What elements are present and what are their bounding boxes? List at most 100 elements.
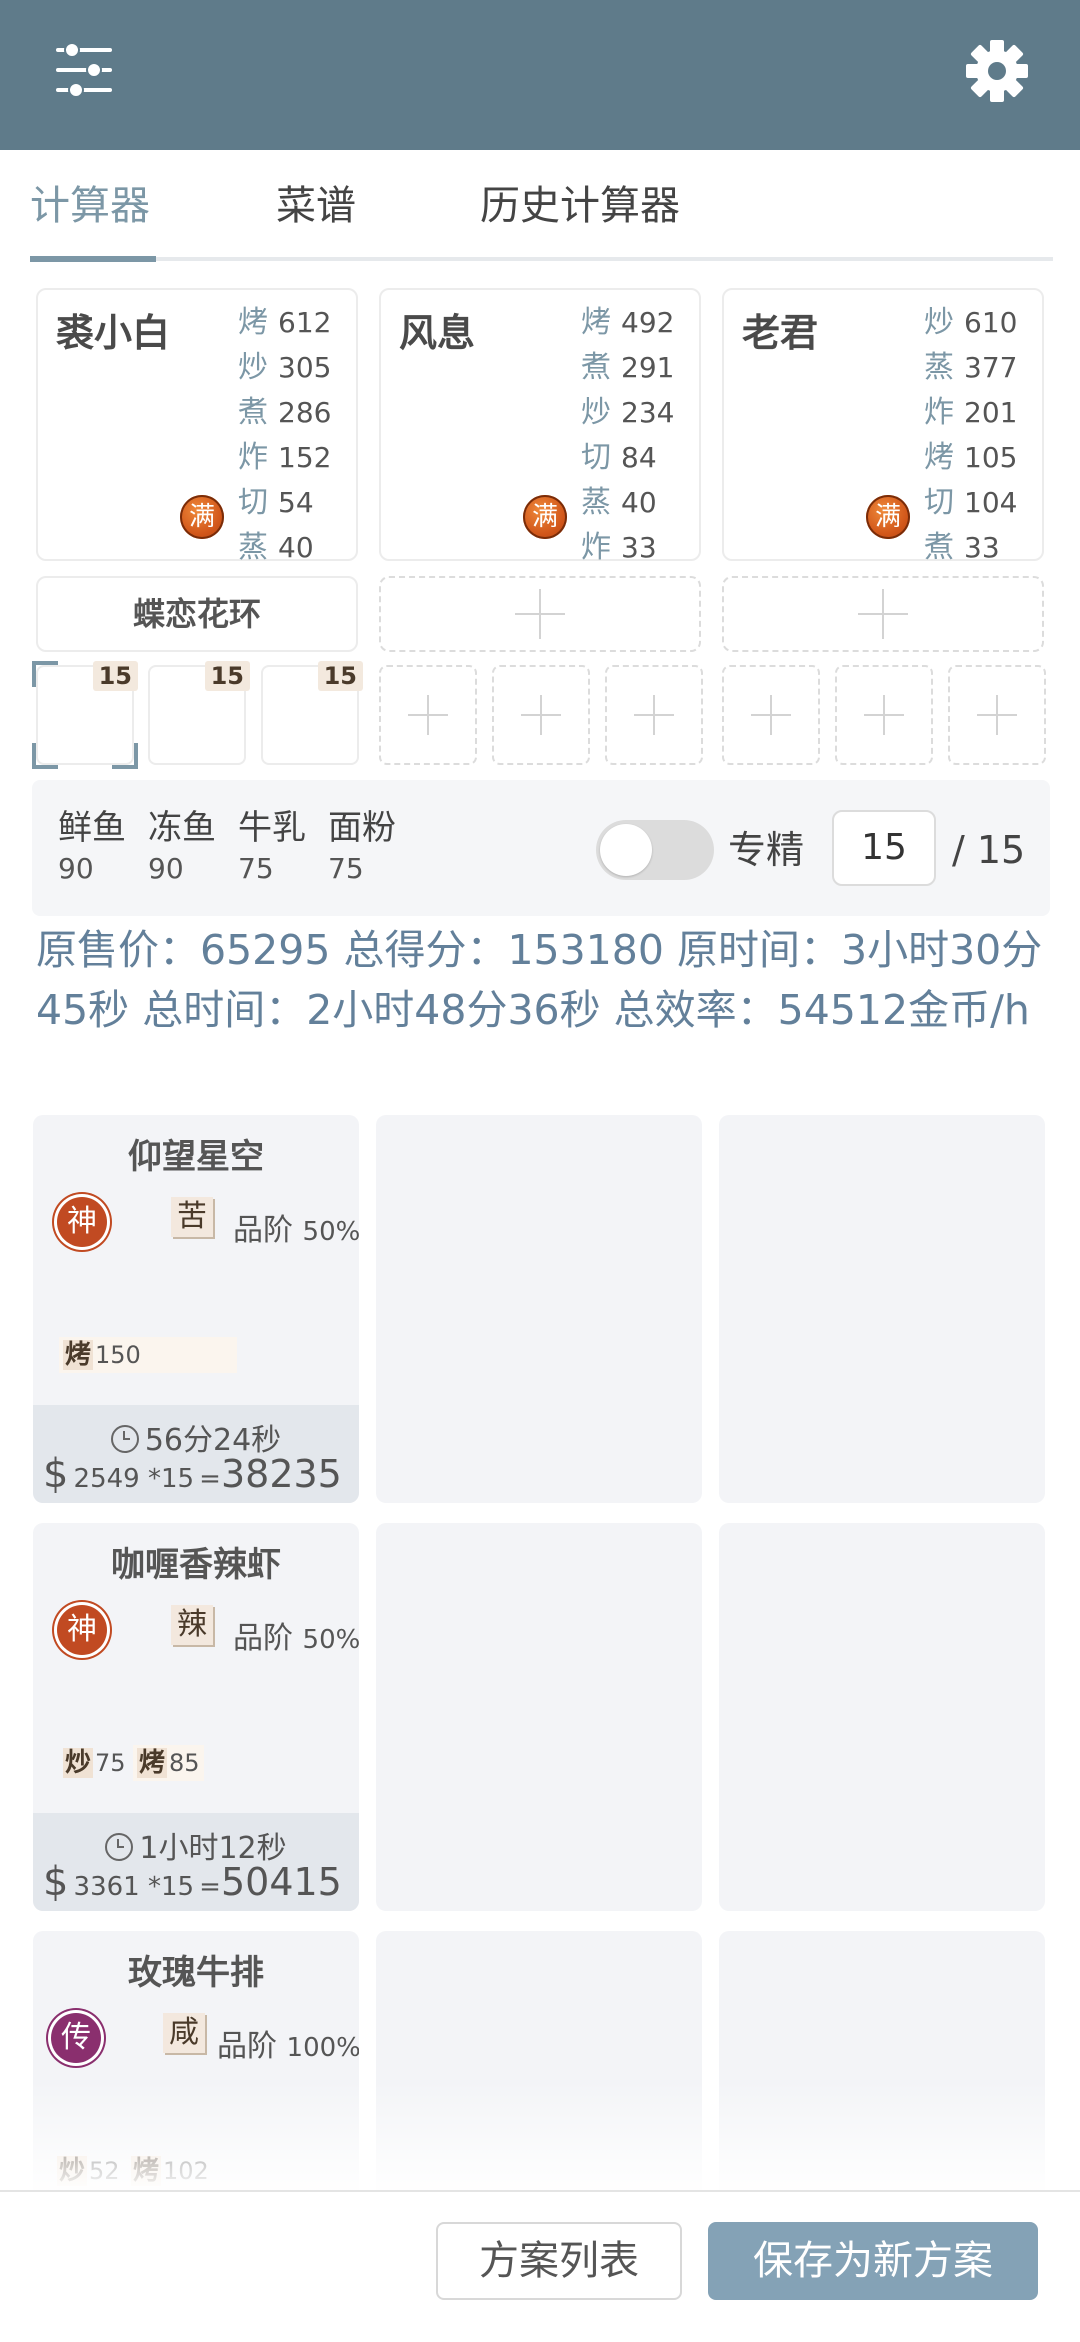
recipe-name: 仰望星空: [128, 1137, 264, 1177]
quality-text: 品阶 100%: [217, 2029, 359, 2064]
ingredient-item: 牛乳 75: [238, 808, 306, 885]
add-recipe-slot[interactable]: [379, 665, 477, 765]
add-recipe-slot[interactable]: [605, 665, 703, 765]
price-line: $ 2549 *15 =38235: [43, 1451, 342, 1497]
slot-count-badge: 15: [204, 661, 250, 691]
chef-card[interactable]: 裘小白 烤 612 炒 305 煮 286 炸 152 切 54 蒸 40 满: [36, 288, 358, 565]
recipe-slot[interactable]: 15: [148, 661, 250, 765]
recipe-card-empty[interactable]: [376, 1523, 702, 1911]
specialize-level-input[interactable]: 15: [832, 810, 936, 886]
skill-requirement: 烤 150: [59, 1337, 237, 1373]
taste-tag: 苦: [171, 1197, 213, 1237]
equipment-slot[interactable]: 蝶恋花环: [36, 576, 358, 652]
selection-corner: [112, 743, 138, 769]
add-recipe-slot[interactable]: [492, 665, 590, 765]
slot-count-badge: 15: [92, 661, 138, 691]
chef-skill: 煮 286: [238, 395, 332, 430]
selection-corner: [32, 661, 58, 687]
tab-calculator[interactable]: 计算器: [30, 178, 150, 234]
toggle-knob: [600, 824, 652, 876]
ingredient-item: 冻鱼 90: [148, 808, 216, 885]
tab-recipes[interactable]: 菜谱: [276, 178, 356, 234]
full-badge: 满: [180, 495, 224, 539]
chef-skill: 炸 152: [238, 440, 332, 475]
plus-icon: [634, 695, 674, 735]
specialize-label: 专精: [728, 828, 805, 872]
recipe-card[interactable]: 仰望星空 神 苦 品阶 50% 烤 150 56分24秒 $ 2549 *15 =…: [33, 1115, 359, 1503]
recipe-slot-selected[interactable]: 15: [32, 661, 138, 769]
chef-skill: 切 104: [924, 485, 1018, 520]
tab-active-indicator: [30, 256, 156, 262]
ingredient-item: 鲜鱼 90: [58, 808, 126, 885]
skill-requirement: 炒 75: [63, 1748, 126, 1778]
add-equipment-button[interactable]: [379, 576, 701, 652]
recipe-card[interactable]: 咖喱香辣虾 神 辣 品阶 50% 炒 75 烤 85 1小时12秒 $ 3361 *…: [33, 1523, 359, 1911]
add-recipe-slot[interactable]: [835, 665, 933, 765]
chef-skill: 炸 33: [581, 530, 657, 565]
recipe-card-empty[interactable]: [719, 1115, 1045, 1503]
quality-text: 品阶 50%: [233, 1621, 359, 1656]
bottom-fade: [0, 2080, 1080, 2190]
plus-icon: [751, 695, 791, 735]
plan-list-button[interactable]: 方案列表: [436, 2222, 682, 2300]
calculation-summary: 原售价：65295 总得分：153180 原时间：3小时30分45秒 总时间：2…: [36, 926, 1043, 1034]
chef-skill: 炒 305: [238, 350, 332, 385]
skill-requirement: 烤 85: [133, 1745, 204, 1781]
taste-tag: 辣: [171, 1605, 213, 1645]
add-recipe-slot[interactable]: [948, 665, 1046, 765]
recipe-name: 玫瑰牛排: [128, 1953, 264, 1993]
chef-skill: 炒 234: [581, 395, 675, 430]
selection-corner: [32, 743, 58, 769]
chef-skill: 烤 612: [238, 305, 332, 340]
chef-skill: 烤 105: [924, 440, 1018, 475]
price-line: $ 3361 *15 =50415: [43, 1859, 342, 1905]
chef-card[interactable]: 老君 炒 610 蒸 377 炸 201 烤 105 切 104 煮 33 满: [722, 288, 1044, 565]
add-equipment-button[interactable]: [722, 576, 1044, 652]
chef-skill: 炸 201: [924, 395, 1018, 430]
rank-badge: 神: [57, 1197, 107, 1247]
tab-history-calculator[interactable]: 历史计算器: [480, 178, 680, 234]
chef-skill: 蒸 40: [238, 530, 314, 565]
rank-badge: 传: [51, 2013, 101, 2063]
quality-text: 品阶 50%: [233, 1213, 359, 1248]
add-recipe-slot[interactable]: [722, 665, 820, 765]
chef-skill: 蒸 377: [924, 350, 1018, 385]
recipe-footer: 56分24秒 $ 2549 *15 =38235: [33, 1405, 359, 1503]
slot-count-badge: 15: [317, 661, 363, 691]
recipe-name: 咖喱香辣虾: [111, 1545, 281, 1585]
plus-icon: [858, 589, 908, 639]
chef-skill: 切 84: [581, 440, 657, 475]
chef-name: 风息: [399, 311, 476, 355]
chef-name: 老君: [742, 311, 819, 355]
chef-skill: 煮 291: [581, 350, 675, 385]
full-badge: 满: [523, 495, 567, 539]
chef-skill: 切 54: [238, 485, 314, 520]
recipe-card-empty[interactable]: [376, 1115, 702, 1503]
clock-icon: [110, 1425, 139, 1453]
recipe-card-empty[interactable]: [719, 1523, 1045, 1911]
tab-divider: [30, 257, 1053, 261]
chef-name: 裘小白: [56, 311, 171, 355]
specialize-max: / 15: [952, 828, 1026, 872]
chef-skill: 蒸 40: [581, 485, 657, 520]
rank-badge: 神: [57, 1605, 107, 1655]
chef-skill: 炒 610: [924, 305, 1018, 340]
plus-icon: [521, 695, 561, 735]
chef-card[interactable]: 风息 烤 492 煮 291 炒 234 切 84 蒸 40 炸 33 满: [379, 288, 701, 565]
chef-skill: 煮 33: [924, 530, 1000, 565]
full-badge: 满: [866, 495, 910, 539]
chef-skill: 烤 492: [581, 305, 675, 340]
clock-icon: [105, 1833, 134, 1861]
ingredient-item: 面粉 75: [328, 808, 396, 885]
recipe-slot[interactable]: 15: [261, 661, 363, 765]
recipe-footer: 1小时12秒 $ 3361 *15 =50415: [33, 1813, 359, 1911]
sliders-icon[interactable]: [52, 38, 116, 102]
save-new-plan-button[interactable]: 保存为新方案: [708, 2222, 1038, 2300]
app-header: [0, 0, 1080, 150]
plus-icon: [515, 589, 565, 639]
gear-icon[interactable]: [962, 36, 1032, 106]
plus-icon: [864, 695, 904, 735]
plus-icon: [408, 695, 448, 735]
plus-icon: [977, 695, 1017, 735]
taste-tag: 咸: [163, 2013, 205, 2053]
